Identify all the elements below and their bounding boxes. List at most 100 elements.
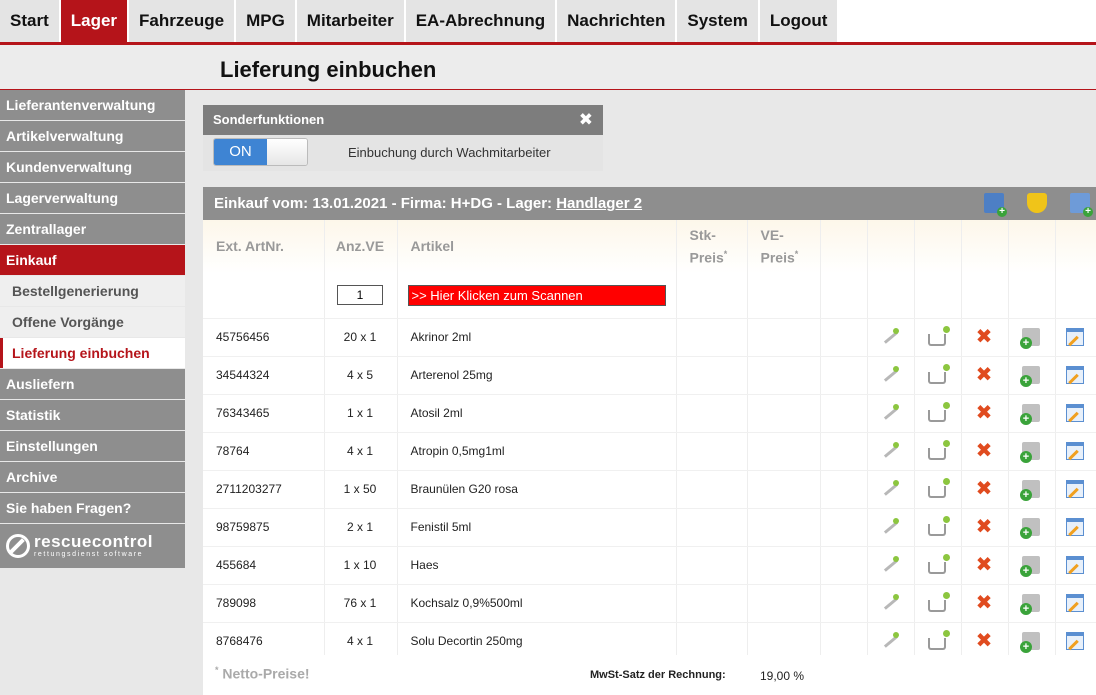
sidebar-item-kundenverwaltung[interactable]: Kundenverwaltung [0, 152, 185, 182]
stk-preis-cell [676, 318, 748, 357]
toggle-on-label: ON [214, 139, 267, 165]
cart-icon[interactable] [928, 591, 950, 612]
edit-icon[interactable] [1066, 442, 1084, 460]
logo-line1: rescuecontrol [34, 531, 153, 551]
add-item-icon[interactable] [1020, 366, 1040, 387]
cart-icon[interactable] [928, 401, 950, 422]
edit-icon[interactable] [1066, 404, 1084, 422]
wand-icon[interactable] [881, 518, 899, 536]
sidebar-item-ausliefern[interactable]: Ausliefern [0, 369, 185, 399]
sidebar-item-sie-haben-fragen[interactable]: Sie haben Fragen? [0, 493, 185, 523]
wand-icon[interactable] [881, 442, 899, 460]
edit-icon[interactable] [1066, 594, 1084, 612]
wand-icon[interactable] [881, 480, 899, 498]
delete-icon[interactable]: ✖ [975, 555, 993, 575]
tab-nachrichten[interactable]: Nachrichten [557, 0, 676, 42]
shield-icon[interactable] [1027, 193, 1047, 213]
cart-icon[interactable] [928, 629, 950, 650]
close-icon[interactable]: ✖ [579, 105, 593, 135]
logo-line2: rettungsdienst software [34, 550, 144, 558]
anz-ve-cell: 1 x 50 [324, 470, 398, 509]
ve-preis-cell [747, 318, 821, 357]
artikel-cell: Fenistil 5ml [397, 508, 677, 547]
table-row: 789098 76 x 1 Kochsalz 0,9%500ml ✖ [203, 584, 1096, 623]
add-item-icon[interactable] [1020, 518, 1040, 539]
ve-preis-cell [747, 394, 821, 433]
tab-mitarbeiter[interactable]: Mitarbeiter [296, 0, 404, 42]
add-item-icon[interactable] [1020, 442, 1040, 463]
cart-icon[interactable] [928, 439, 950, 460]
edit-icon[interactable] [1066, 632, 1084, 650]
sidebar-item-bestellgenerierung[interactable]: Bestellgenerierung [0, 276, 185, 306]
cart-icon[interactable] [928, 553, 950, 574]
ve-preis-cell [747, 584, 821, 623]
wand-icon[interactable] [881, 404, 899, 422]
add-card-icon[interactable] [1070, 193, 1093, 217]
sidebar-item-lieferantenverwaltung[interactable]: Lieferantenverwaltung [0, 90, 185, 120]
add-item-icon[interactable] [1020, 404, 1040, 425]
ext-artnr-cell: 45756456 [203, 318, 325, 357]
add-item-icon[interactable] [1020, 556, 1040, 577]
ext-artnr-cell: 76343465 [203, 394, 325, 433]
anz-ve-cell: 4 x 1 [324, 432, 398, 471]
add-item-icon[interactable] [1020, 594, 1040, 615]
tab-logout[interactable]: Logout [759, 0, 838, 42]
delete-icon[interactable]: ✖ [975, 593, 993, 613]
ext-artnr-cell: 78764 [203, 432, 325, 471]
cart-icon[interactable] [928, 363, 950, 384]
quantity-input[interactable] [337, 285, 383, 306]
sidebar-item-einstellungen[interactable]: Einstellungen [0, 431, 185, 461]
add-item-icon[interactable] [1020, 328, 1040, 349]
sidebar-item-statistik[interactable]: Statistik [0, 400, 185, 430]
sidebar-item-zentrallager[interactable]: Zentrallager [0, 214, 185, 244]
delete-icon[interactable]: ✖ [975, 479, 993, 499]
guard-booking-toggle[interactable]: ON [213, 138, 308, 166]
add-item-icon[interactable] [1020, 480, 1040, 501]
anz-ve-cell: 20 x 1 [324, 318, 398, 357]
anz-ve-cell: 76 x 1 [324, 584, 398, 623]
edit-icon[interactable] [1066, 556, 1084, 574]
wand-icon[interactable] [881, 594, 899, 612]
sidebar-item-lieferung-einbuchen[interactable]: Lieferung einbuchen [0, 338, 185, 368]
anz-ve-cell: 4 x 5 [324, 356, 398, 395]
edit-icon[interactable] [1066, 480, 1084, 498]
sidebar-item-offene-vorg-nge[interactable]: Offene Vorgänge [0, 307, 185, 337]
tab-ea-abrechnung[interactable]: EA-Abrechnung [405, 0, 556, 42]
edit-icon[interactable] [1066, 328, 1084, 346]
artikel-cell: Atropin 0,5mg1ml [397, 432, 677, 471]
delete-icon[interactable]: ✖ [975, 327, 993, 347]
ext-artnr-cell: 98759875 [203, 508, 325, 547]
edit-icon[interactable] [1066, 366, 1084, 384]
col-stk-preis: Stk- Preis* [676, 220, 748, 273]
wand-icon[interactable] [881, 366, 899, 384]
tab-start[interactable]: Start [0, 0, 59, 42]
delete-icon[interactable]: ✖ [975, 365, 993, 385]
add-item-icon[interactable] [1020, 632, 1040, 653]
cart-icon[interactable] [928, 515, 950, 536]
tab-lager[interactable]: Lager [60, 0, 128, 42]
add-document-icon[interactable] [984, 193, 1007, 217]
wand-icon[interactable] [881, 632, 899, 650]
tab-mpg[interactable]: MPG [236, 0, 295, 42]
delete-icon[interactable]: ✖ [975, 441, 993, 461]
delete-icon[interactable]: ✖ [975, 631, 993, 651]
sidebar-item-lagerverwaltung[interactable]: Lagerverwaltung [0, 183, 185, 213]
sidebar-item-einkauf[interactable]: Einkauf [0, 245, 185, 275]
delivery-table: Ext. ArtNr. Anz.VE Artikel Stk- Preis* VE… [203, 220, 1096, 661]
scan-button[interactable]: >> Hier Klicken zum Scannen [407, 284, 666, 306]
wand-icon[interactable] [881, 328, 899, 346]
special-functions-box: Sonderfunktionen ✖ ON Einbuchung durch W… [203, 105, 603, 171]
tab-fahrzeuge[interactable]: Fahrzeuge [129, 0, 235, 42]
cart-icon[interactable] [928, 477, 950, 498]
artikel-cell: Arterenol 25mg [397, 356, 677, 395]
wand-icon[interactable] [881, 556, 899, 574]
edit-icon[interactable] [1066, 518, 1084, 536]
tab-system[interactable]: System [677, 0, 758, 42]
storage-link[interactable]: Handlager 2 [556, 195, 642, 212]
delete-icon[interactable]: ✖ [975, 517, 993, 537]
sidebar-item-archive[interactable]: Archive [0, 462, 185, 492]
cart-icon[interactable] [928, 325, 950, 346]
sidebar-item-artikelverwaltung[interactable]: Artikelverwaltung [0, 121, 185, 151]
sidebar: Lieferantenverwaltung Artikelverwaltung Ku… [0, 90, 185, 695]
delete-icon[interactable]: ✖ [975, 403, 993, 423]
